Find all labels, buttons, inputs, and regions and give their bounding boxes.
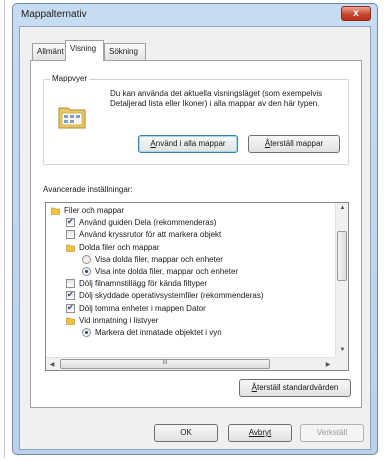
folder-views-legend: Mappvyer [50, 74, 90, 83]
tree-row-folder[interactable]: Vid inmatning i listvyer [46, 315, 336, 327]
tree-row-label: Visa inte dolda filer, mappar och enhete… [95, 267, 239, 276]
tree-row-radio[interactable]: Visa inte dolda filer, mappar och enhete… [46, 266, 336, 278]
tree-row-checkbox[interactable]: Dölj tomma enheter i mappen Dator [46, 302, 336, 315]
folder-views-description: Du kan använda det aktuella visningsläge… [110, 89, 323, 108]
ok-button[interactable]: OK [154, 424, 218, 442]
close-icon: x [353, 8, 359, 19]
tree-row-label: Filer och mappar [64, 206, 125, 215]
horizontal-scroll-thumb[interactable]: III [60, 359, 270, 369]
tab-view-label: Visning [70, 44, 97, 53]
scroll-left-icon[interactable]: ◀ [47, 361, 57, 368]
tree-row-checkbox[interactable]: Dölj skyddade operativsystemfiler (rekom… [46, 289, 336, 302]
restore-defaults-button[interactable]: Återställ standardvärden [239, 379, 351, 397]
tree-row-folder[interactable]: Filer och mappar [46, 205, 336, 217]
scroll-up-icon[interactable]: ▲ [336, 205, 348, 211]
tree-row-label: Vid inmatning i listvyer [79, 315, 159, 325]
folder-icon [51, 207, 60, 215]
apply-to-folders-button[interactable]: Använd i alla mappar [138, 135, 238, 153]
horizontal-scrollbar[interactable]: ◀ III ▶ [46, 357, 336, 370]
tab-general[interactable]: Allmänt [32, 43, 66, 60]
advanced-settings-tree[interactable]: Filer och mappar Använd guiden Dela (reko… [45, 202, 349, 371]
tab-general-label: Allmänt [37, 47, 64, 56]
tree-row-checkbox[interactable]: Dölj filnamnstillägg för kända filtyper [46, 278, 336, 290]
tab-search[interactable]: Sökning [104, 43, 146, 60]
apply-label: Verkställ [316, 428, 348, 437]
restore-defaults-label-rest: terställ standardvärden [256, 383, 339, 392]
dialog-client-area: Allmänt Visning Sökning Mappvyer Du kan … [19, 26, 371, 450]
tree-row-label: Använd guiden Dela (rekommenderas) [79, 218, 217, 228]
apply-button[interactable]: Verkställ [300, 424, 364, 442]
tree-row-radio[interactable]: Visa dolda filer, mappar och enheter [46, 254, 336, 266]
tree-row-radio[interactable]: Markera det inmatade objektet i vyn [46, 327, 336, 339]
scrollbar-corner [335, 357, 348, 370]
scroll-down-icon[interactable]: ▼ [336, 347, 348, 353]
cancel-button[interactable]: Avbryt [228, 424, 292, 442]
tab-view[interactable]: Visning [65, 40, 104, 61]
advanced-settings-rows: Filer och mappar Använd guiden Dela (reko… [46, 203, 336, 358]
tree-row-label: Dölj skyddade operativsystemfiler (rekom… [79, 291, 264, 301]
folder-view-icon [58, 102, 86, 130]
cancel-label: Avbryt [248, 428, 272, 437]
radio-button[interactable] [82, 328, 91, 337]
ok-label: OK [180, 428, 192, 437]
tree-row-label: Använd kryssrutor för att markera objekt [79, 230, 222, 240]
folder-options-dialog: Mappalternativ x Allmänt Visning Sökning… [12, 3, 378, 455]
dialog-title: Mappalternativ [21, 9, 87, 20]
radio-button[interactable] [82, 254, 91, 264]
reset-folders-button[interactable]: Återställ mappar [248, 135, 340, 153]
vertical-scrollbar[interactable]: ▲ ▼ [335, 203, 348, 358]
checkbox[interactable] [66, 279, 75, 289]
tree-row-label: Visa dolda filer, mappar och enheter [95, 254, 223, 264]
checkbox[interactable] [66, 289, 75, 301]
tree-row-label: Dölj filnamnstillägg för kända filtyper [79, 279, 208, 289]
checkbox[interactable] [66, 216, 75, 228]
folder-icon [66, 244, 75, 252]
vertical-scroll-thumb[interactable] [337, 231, 347, 281]
checkbox[interactable] [66, 302, 75, 314]
tree-row-folder[interactable]: Dolda filer och mappar [46, 242, 336, 254]
folder-views-group: Mappvyer Du kan använda det aktuella vis… [43, 74, 349, 165]
folder-icon [66, 317, 75, 325]
tab-search-label: Sökning [109, 47, 138, 56]
checkbox[interactable] [66, 230, 75, 240]
tree-row-checkbox[interactable]: Använd kryssrutor för att markera objekt [46, 229, 336, 241]
view-tab-panel: Mappvyer Du kan använda det aktuella vis… [30, 60, 362, 408]
reset-folders-label-rest: terställ mappar [270, 139, 324, 148]
title-bar[interactable]: Mappalternativ x [13, 4, 377, 26]
tree-row-label: Dölj tomma enheter i mappen Dator [79, 303, 206, 313]
scroll-right-icon[interactable]: ▶ [323, 361, 333, 368]
advanced-settings-label: Avancerade inställningar: [43, 185, 133, 194]
tree-row-checkbox[interactable]: Använd guiden Dela (rekommenderas) [46, 216, 336, 229]
close-button[interactable]: x [341, 6, 371, 21]
apply-to-folders-label-rest: nvänd i alla mappar [155, 139, 226, 148]
radio-button[interactable] [82, 267, 91, 276]
tree-row-label: Dolda filer och mappar [79, 242, 160, 252]
tree-row-label: Markera det inmatade objektet i vyn [95, 328, 222, 337]
